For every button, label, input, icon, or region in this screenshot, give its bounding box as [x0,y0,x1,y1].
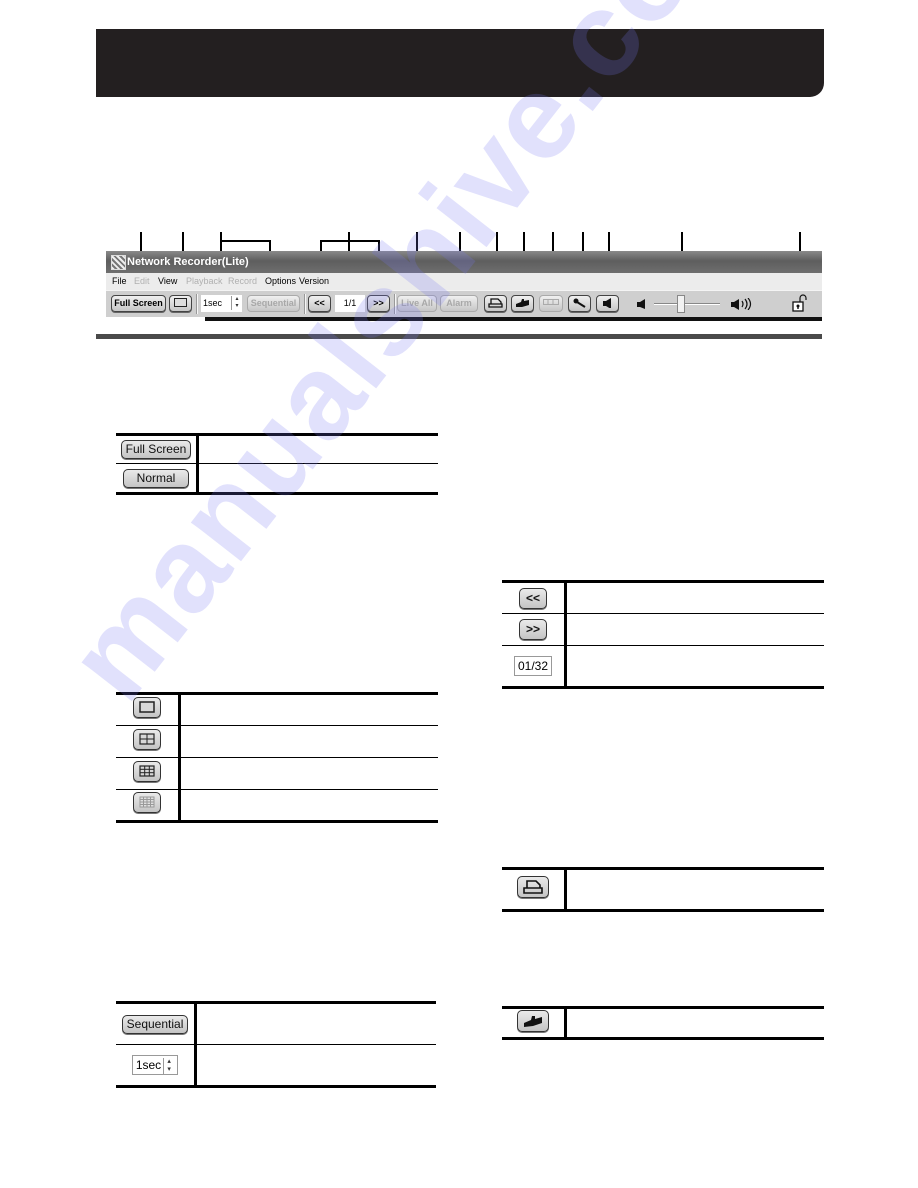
spinner-arrows-icon[interactable]: ▴ ▾ [231,296,242,310]
row-description [179,757,438,790]
table-row: >> [502,613,824,646]
row-description [565,867,824,912]
table-row: 1sec ▴ ▾ [116,1044,436,1088]
print-icon [488,298,503,308]
quad-screen-button[interactable] [133,728,161,750]
microphone-icon [573,298,586,308]
split-screen-button[interactable] [169,295,192,312]
menu-bar: File Edit View Playback Record Options V… [106,273,822,290]
page-field[interactable]: 01/32 [513,656,553,676]
title-bar: Network Recorder(Lite) [106,251,822,273]
display-button[interactable] [539,295,563,312]
table-row: Full Screen [116,433,438,464]
table-row: Sequential [116,1001,436,1045]
single-screen-button[interactable] [133,697,161,718]
print-button[interactable] [517,876,549,898]
interval-value: 1sec [135,1058,162,1072]
menu-file[interactable]: File [112,273,127,290]
volume-slider-track[interactable] [654,303,720,305]
app-logo-icon [111,255,126,270]
sequential-button[interactable]: Sequential [247,295,300,312]
row-description [195,1001,436,1045]
snapshot-button[interactable] [517,1009,549,1032]
next-page-button[interactable]: >> [519,619,547,640]
menu-record[interactable]: Record [228,273,257,290]
camera-icon [524,1015,542,1027]
print-button[interactable] [484,295,507,312]
row-description [197,433,438,464]
row-description [179,789,438,823]
single-screen-icon [174,298,187,307]
toolbar: Full Screen 1sec ▴ ▾ Sequential << 1/1 >>… [106,290,822,317]
print-table [502,867,824,912]
table-row [116,692,438,726]
volume-slider-thumb[interactable] [677,295,686,313]
volume-high-icon [731,298,752,310]
row-description [179,725,438,758]
full-screen-button[interactable]: Full Screen [111,295,166,312]
menu-playback[interactable]: Playback [186,273,223,290]
next-page-button[interactable]: >> [367,295,390,312]
live-all-button[interactable]: Live All [397,295,437,312]
quad-screen-icon [139,732,155,745]
table-row [116,757,438,790]
row-description [565,580,824,614]
nine-screen-button[interactable] [133,760,161,782]
snapshot-table [502,1006,824,1040]
row-description [179,692,438,726]
volume-low-icon [637,299,645,309]
window-title: Network Recorder(Lite) [127,256,249,268]
spinner-arrows-icon[interactable]: ▴ ▾ [163,1057,174,1074]
menu-options[interactable]: Options [265,273,296,290]
interval-value: 1sec [203,298,223,308]
table-row: << [502,580,824,614]
table-row: Normal [116,463,438,495]
menu-view[interactable]: View [158,273,177,290]
speaker-button[interactable] [596,295,619,312]
lock-icon[interactable] [792,294,808,312]
interval-spinner[interactable]: 1sec ▴ ▾ [131,1055,179,1075]
sixteen-screen-button[interactable] [133,792,161,813]
display-icon [543,299,559,305]
screenshot-bottom-edge [205,317,822,321]
camera-icon [516,299,529,307]
full-screen-button[interactable]: Full Screen [120,440,192,459]
snapshot-button[interactable] [511,295,534,312]
table-row [502,1006,824,1040]
screen-mode-table: Full Screen Normal [116,433,438,495]
prev-page-button[interactable]: << [308,295,331,312]
menu-edit[interactable]: Edit [134,273,150,290]
table-row [116,725,438,758]
prev-page-button[interactable]: << [519,587,547,609]
interval-spinner[interactable]: 1sec ▴ ▾ [201,295,242,312]
row-description [565,645,824,689]
alarm-button[interactable]: Alarm [440,295,478,312]
single-screen-icon [139,701,155,713]
sequential-button[interactable]: Sequential [121,1014,189,1034]
normal-button[interactable]: Normal [123,468,189,488]
split-screen-table [116,692,438,823]
table-row [116,789,438,823]
row-description [195,1044,436,1088]
row-description [197,463,438,495]
table-row [502,867,824,912]
menu-version[interactable]: Version [299,273,329,290]
paging-table: << >> 01/32 [502,580,824,689]
row-description [565,613,824,646]
page-field[interactable]: 1/1 [335,295,365,312]
table-row: 01/32 [502,645,824,689]
speaker-icon [602,298,611,308]
sequence-table: Sequential 1sec ▴ ▾ [116,1001,436,1088]
sixteen-screen-icon [139,796,155,808]
section-divider [96,334,822,339]
microphone-button[interactable] [568,295,591,312]
app-window-screenshot: Network Recorder(Lite) File Edit View Pl… [106,251,822,317]
nine-screen-icon [139,764,155,777]
row-description [565,1006,824,1040]
chapter-header-bar [96,29,824,97]
print-icon [523,880,543,894]
